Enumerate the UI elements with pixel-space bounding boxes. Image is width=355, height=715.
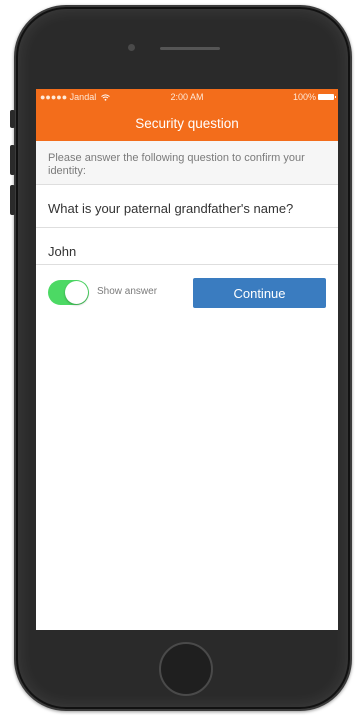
page-title: Security question xyxy=(135,116,239,131)
instructions-text: Please answer the following question to … xyxy=(36,141,338,185)
status-bar: ●●●●● Jandal 2:00 AM 100% xyxy=(36,89,338,103)
battery-percent: 100% xyxy=(292,92,316,102)
front-camera xyxy=(128,44,135,51)
answer-input[interactable] xyxy=(36,228,338,265)
show-answer-label: Show answer xyxy=(97,286,158,297)
toggle-knob xyxy=(65,281,88,304)
battery-status: 100% xyxy=(292,92,336,102)
show-answer-toggle[interactable] xyxy=(48,280,89,305)
volume-up-button xyxy=(10,145,15,175)
continue-button[interactable]: Continue xyxy=(193,278,326,308)
battery-icon xyxy=(318,94,336,100)
volume-down-button xyxy=(10,185,15,215)
mute-switch xyxy=(10,110,15,128)
header-bar: ●●●●● Jandal 2:00 AM 100% Security quest… xyxy=(36,89,338,141)
phone-screen: ●●●●● Jandal 2:00 AM 100% Security quest… xyxy=(36,89,338,630)
answer-controls: Show answer Continue xyxy=(36,265,338,308)
security-question: What is your paternal grandfather's name… xyxy=(36,185,338,228)
home-button[interactable] xyxy=(159,642,213,696)
earpiece-speaker xyxy=(160,47,220,50)
